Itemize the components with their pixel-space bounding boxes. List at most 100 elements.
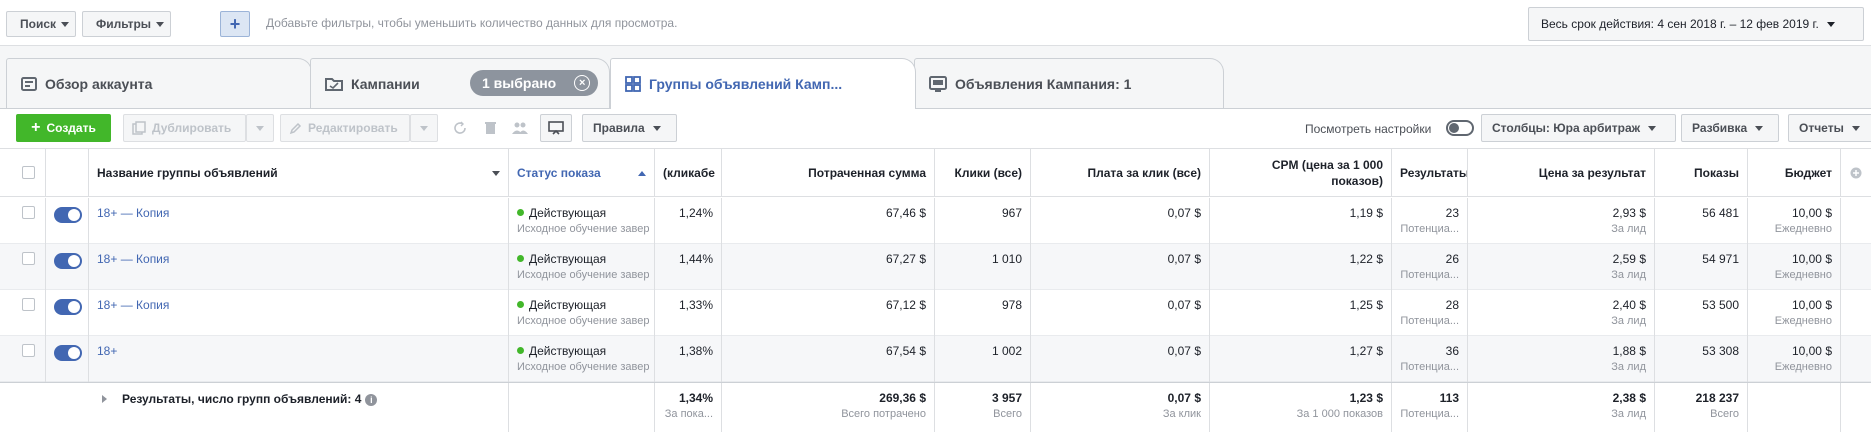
row-clicks-cell: 1 002	[935, 336, 1031, 382]
ad-set-on-off-toggle[interactable]	[54, 299, 82, 315]
cell-value: 0,07 $	[1167, 344, 1201, 358]
cell-value: 0,07 $	[1167, 298, 1201, 312]
duplicate-dropdown[interactable]	[246, 114, 274, 142]
add-column-icon[interactable]	[1841, 149, 1871, 197]
summary-sub: За лид	[1611, 408, 1646, 420]
refresh-icon[interactable]	[446, 114, 474, 142]
cell-value: 28	[1445, 298, 1459, 312]
table-row[interactable]: 18+ — Копия Действующая Исходное обучение …	[0, 290, 1871, 336]
info-icon[interactable]: i	[365, 394, 378, 406]
cell-subvalue: Потенциа...	[1400, 223, 1459, 235]
edit-dropdown[interactable]	[410, 114, 438, 142]
header-impressions[interactable]: Показы	[1655, 149, 1748, 197]
row-impressions-cell: 54 971	[1655, 244, 1748, 290]
row-impressions-cell: 53 308	[1655, 336, 1748, 382]
delivery-status: Действующая	[529, 298, 607, 312]
column-header-label: Результаты	[1400, 166, 1468, 180]
cell-value: 1,38%	[678, 344, 713, 358]
filters-button[interactable]: Фильтры	[82, 11, 171, 37]
cell-value: 0,07 $	[1167, 206, 1201, 220]
create-button[interactable]: + Создать	[16, 114, 111, 142]
header-clicks[interactable]: Клики (все)	[935, 149, 1031, 197]
expand-arrow-icon[interactable]	[102, 395, 107, 403]
cell-subvalue: Потенциа...	[1400, 269, 1459, 281]
row-toggle-cell	[46, 244, 89, 290]
audience-icon[interactable]	[506, 114, 534, 142]
ad-set-on-off-toggle[interactable]	[54, 207, 82, 223]
summary-cpc: 0,07 $ За клик	[1031, 383, 1210, 432]
tab-ads[interactable]: Объявления Кампания: 1	[914, 58, 1224, 108]
ad-set-on-off-toggle[interactable]	[54, 345, 82, 361]
cell-value: 967	[1001, 206, 1022, 220]
campaigns-folder-icon	[325, 77, 343, 91]
table-toolbar: + Создать Дублировать Редактировать Прав…	[0, 108, 1871, 149]
ad-set-name-link[interactable]: 18+ — Копия	[97, 252, 169, 266]
row-clicks-cell: 1 010	[935, 244, 1031, 290]
table-row[interactable]: 18+ Действующая Исходное обучение завер 1,3…	[0, 336, 1871, 382]
header-delivery[interactable]: Статус показа	[509, 149, 655, 197]
duplicate-icon	[132, 121, 146, 135]
summary-sub: Потенциа...	[1400, 408, 1459, 420]
columns-button[interactable]: Столбцы: Юра арбитраж	[1481, 114, 1676, 142]
row-name-cell: 18+	[89, 336, 509, 382]
selection-pill[interactable]: 1 выбрано ×	[470, 70, 598, 96]
ab-test-button[interactable]	[540, 114, 572, 142]
row-select-cell	[0, 198, 46, 244]
ad-set-on-off-toggle[interactable]	[54, 253, 82, 269]
cell-value: 1 002	[991, 344, 1022, 358]
table-row[interactable]: 18+ — Копия Действующая Исходное обучение …	[0, 198, 1871, 244]
row-cpm-cell: 1,22 $	[1210, 244, 1392, 290]
ad-sets-table: Название группы объявлений Статус показа…	[0, 149, 1871, 432]
header-ctr[interactable]: (кликабе	[655, 149, 722, 197]
header-spent[interactable]: Потраченная сумма	[722, 149, 935, 197]
row-clicks-cell: 978	[935, 290, 1031, 336]
ad-set-name-link[interactable]: 18+ — Копия	[97, 298, 169, 312]
row-results-cell: 36 Потенциа...	[1392, 336, 1468, 382]
summary-budget	[1748, 383, 1841, 432]
breakdown-button[interactable]: Разбивка	[1681, 114, 1779, 142]
rules-button[interactable]: Правила	[582, 114, 677, 142]
filters-label: Фильтры	[96, 17, 152, 31]
header-name[interactable]: Название группы объявлений	[89, 149, 509, 197]
header-cpc[interactable]: Плата за клик (все)	[1031, 149, 1210, 197]
header-budget[interactable]: Бюджет	[1748, 149, 1841, 197]
search-button[interactable]: Поиск	[6, 11, 76, 37]
active-status-dot-icon	[517, 347, 524, 354]
row-checkbox[interactable]	[22, 344, 35, 357]
date-range-picker[interactable]: Весь срок действия: 4 сен 2018 г. – 12 ф…	[1528, 7, 1864, 41]
cell-value: 53 308	[1702, 344, 1739, 358]
summary-value: 1,34%	[678, 391, 713, 405]
table-row[interactable]: 18+ — Копия Действующая Исходное обучение …	[0, 244, 1871, 290]
column-header-label: Показы	[1694, 166, 1739, 180]
header-cpm[interactable]: CPM (цена за 1 000 показов)	[1210, 149, 1392, 197]
cell-value: 2,40 $	[1612, 298, 1646, 312]
row-checkbox[interactable]	[22, 252, 35, 265]
delete-trash-icon[interactable]	[476, 114, 504, 142]
header-select-all[interactable]	[0, 149, 46, 197]
header-results[interactable]: Результаты	[1392, 149, 1468, 197]
summary-value: 113	[1439, 391, 1459, 405]
reports-button[interactable]: Отчеты	[1788, 114, 1871, 142]
column-header-label: (кликабе	[663, 166, 715, 180]
tab-ad-sets[interactable]: Группы объявлений Камп...	[610, 58, 916, 109]
tab-account-overview[interactable]: Обзор аккаунта	[6, 58, 312, 108]
duplicate-button[interactable]: Дублировать	[123, 114, 246, 142]
edit-button[interactable]: Редактировать	[280, 114, 410, 142]
tab-label: Объявления Кампания: 1	[955, 75, 1132, 92]
ad-set-name-link[interactable]: 18+ — Копия	[97, 206, 169, 220]
ad-set-name-link[interactable]: 18+	[97, 344, 117, 358]
row-checkbox[interactable]	[22, 206, 35, 219]
row-spent-cell: 67,27 $	[722, 244, 935, 290]
view-settings-toggle[interactable]	[1446, 120, 1474, 136]
tab-label: Группы объявлений Камп...	[649, 76, 843, 92]
row-delivery-cell: Действующая Исходное обучение завер	[509, 336, 655, 382]
close-icon[interactable]: ×	[574, 75, 591, 91]
row-checkbox[interactable]	[22, 298, 35, 311]
cell-value: 1,22 $	[1349, 252, 1383, 266]
column-header-label: Цена за результат	[1538, 166, 1646, 180]
select-all-checkbox[interactable]	[22, 166, 35, 179]
cell-value: 23	[1445, 206, 1459, 220]
add-filter-button[interactable]: +	[220, 11, 250, 37]
selection-count: 1 выбрано	[482, 75, 557, 91]
header-cost-per-result[interactable]: Цена за результат	[1468, 149, 1655, 197]
